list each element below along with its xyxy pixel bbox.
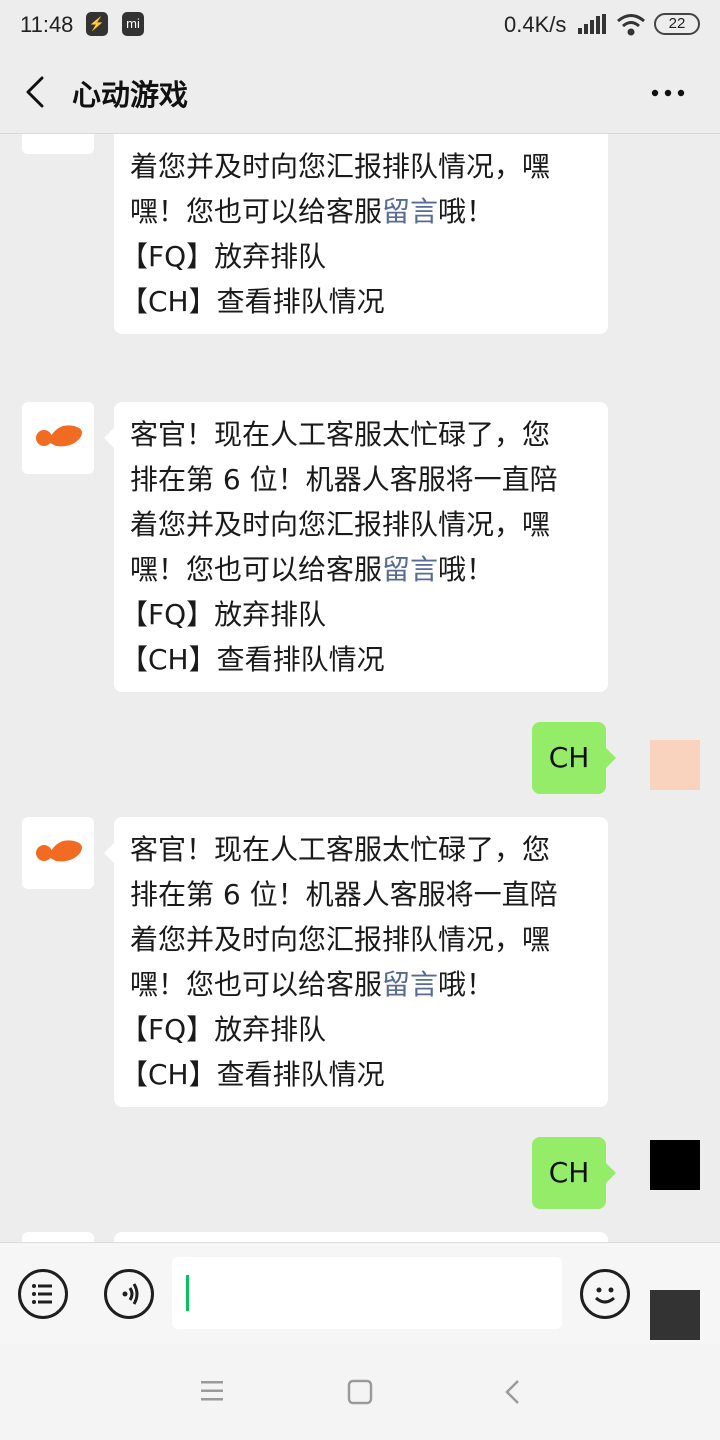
battery-icon: 22 (654, 13, 700, 35)
option-abandon: 【FQ】放弃排队 (120, 1013, 327, 1046)
home-icon[interactable] (347, 1379, 373, 1405)
recent-apps-icon[interactable] (200, 1380, 224, 1402)
message-line: 客官！现在人工客服太忙碌了，您 (130, 833, 551, 866)
text-caret (186, 1275, 189, 1311)
wifi-icon (617, 14, 645, 36)
plus-button[interactable] (650, 1290, 700, 1340)
bot-avatar[interactable] (22, 1232, 94, 1242)
message-line: 排在第 6 位！机器人客服将一直陪 (130, 463, 558, 496)
option-abandon: 【FQ】放弃排队 (120, 598, 327, 631)
message-line: 嘿！您也可以给客服留言哦！ (130, 195, 495, 228)
option-abandon: 【FQ】放弃排队 (120, 240, 327, 273)
chevron-left-icon[interactable] (22, 74, 50, 110)
message-bubble-bot[interactable]: 客官！现在人工客服太忙碌了，您 排在第 6 位！机器人客服将一直陪 着您并及时向… (104, 402, 608, 692)
message-list[interactable]: 排在第 6 位！机器人客服将一直陪 着您并及时向您汇报排队情况，嘿 嘿！您也可以… (0, 134, 720, 1242)
bolt-shield-icon: ⚡ (86, 12, 108, 36)
back-icon[interactable] (502, 1378, 522, 1406)
status-bar: 11:48 ⚡ mi 0.4K/s 22 (0, 0, 720, 50)
option-check-queue: 【CH】查看排队情况 (120, 1058, 385, 1091)
message-bubble-bot[interactable]: 客官！现在人工客服太忙碌了，您 排在第 6 位！机器人客服将一直陪 着您并及时向… (104, 817, 608, 1107)
message-line: 着您并及时向您汇报排队情况，嘿 (130, 150, 551, 183)
system-nav-bar (0, 1344, 720, 1440)
message-bubble-me[interactable]: CH (532, 722, 616, 794)
message-bubble-bot[interactable]: 排在第 6 位！机器人客服将一直陪 着您并及时向您汇报排队情况，嘿 嘿！您也可以… (114, 134, 608, 334)
bot-avatar[interactable] (22, 134, 94, 154)
message-line: 排在第 6 位！机器人客服将一直陪 (130, 134, 594, 144)
message-line: 嘿！您也可以给客服留言哦！ (130, 968, 495, 1001)
menu-list-icon[interactable] (18, 1269, 68, 1319)
option-check-queue: 【CH】查看排队情况 (120, 285, 385, 318)
input-bar (0, 1242, 720, 1344)
status-time: 11:48 (20, 12, 74, 37)
message-input[interactable] (172, 1257, 562, 1329)
chat-title: 心动游戏 (72, 78, 189, 112)
message-line: 客官！现在人工客服太忙碌了，您 (130, 418, 551, 451)
message-bubble-bot[interactable] (114, 1232, 608, 1242)
bot-avatar[interactable] (22, 402, 94, 474)
bot-avatar[interactable] (22, 817, 94, 889)
xd-logo-icon (36, 840, 82, 862)
option-check-queue: 【CH】查看排队情况 (120, 643, 385, 676)
signal-icon (578, 14, 606, 34)
network-speed: 0.4K/s (504, 12, 567, 37)
xd-logo-icon (36, 425, 82, 447)
leave-message-link[interactable]: 留言 (382, 195, 438, 228)
message-line: 排在第 6 位！机器人客服将一直陪 (130, 878, 558, 911)
emoji-icon[interactable] (580, 1269, 630, 1319)
voice-icon[interactable] (104, 1269, 154, 1319)
message-line: 着您并及时向您汇报排队情况，嘿 (130, 508, 551, 541)
chat-header: 心动游戏 (0, 50, 720, 134)
mi-app-icon: mi (122, 12, 144, 36)
user-avatar[interactable] (650, 1140, 700, 1190)
message-bubble-me[interactable]: CH (532, 1137, 616, 1209)
user-avatar[interactable] (650, 740, 700, 790)
leave-message-link[interactable]: 留言 (382, 553, 438, 586)
message-line: 嘿！您也可以给客服留言哦！ (130, 553, 495, 586)
more-dots-icon[interactable] (650, 88, 690, 98)
message-line: 着您并及时向您汇报排队情况，嘿 (130, 923, 551, 956)
leave-message-link[interactable]: 留言 (382, 968, 438, 1001)
